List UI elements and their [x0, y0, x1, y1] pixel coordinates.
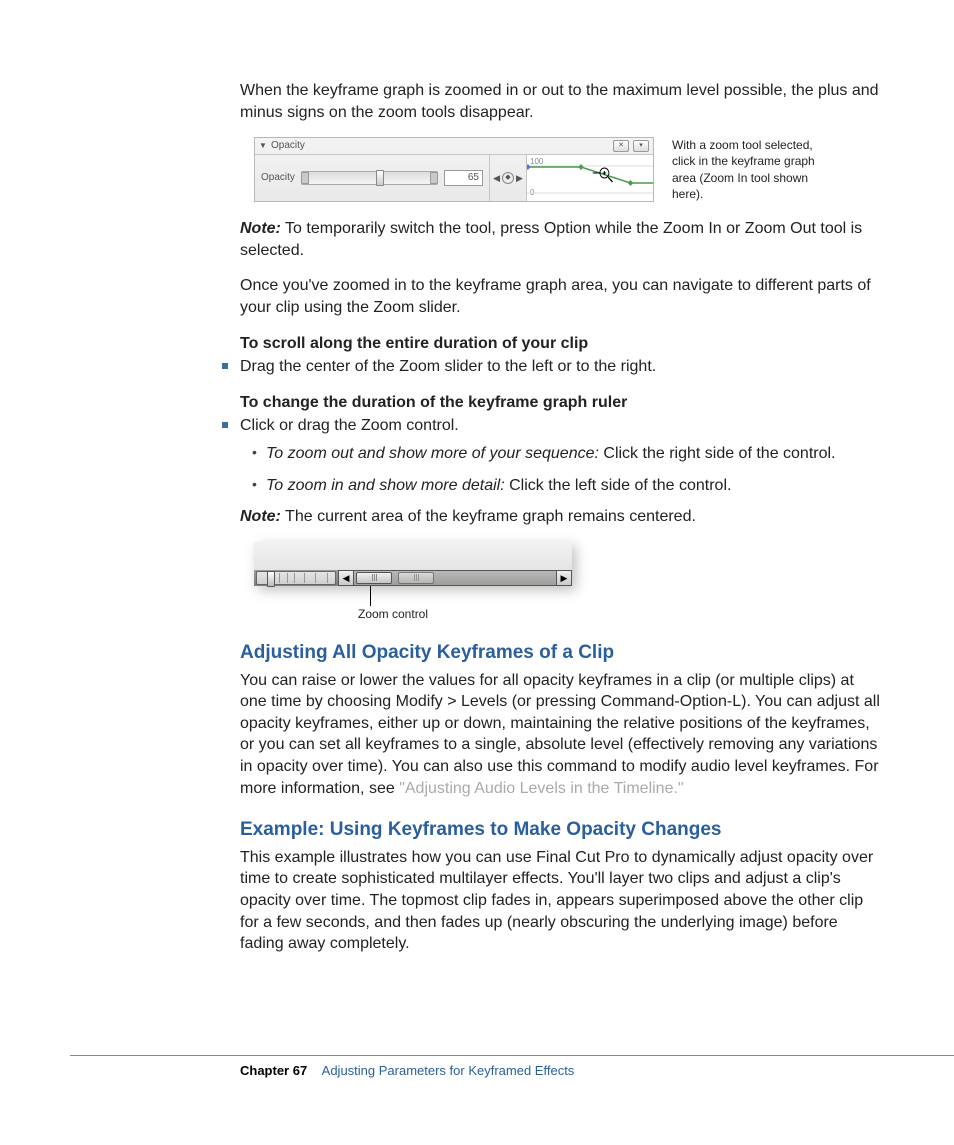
zoom-slider-thumb-ghost: [398, 572, 434, 584]
sub1-lead: To zoom out and show more of your sequen…: [266, 445, 599, 462]
footer-chapter-label: Chapter 67: [240, 1063, 307, 1078]
zoom-handle[interactable]: [267, 571, 275, 587]
sub1-text: Click the right side of the control.: [603, 445, 835, 462]
intro-paragraph: When the keyframe graph is zoomed in or …: [240, 80, 884, 123]
reset-button[interactable]: ✕: [613, 140, 629, 152]
sub-bullet-zoom-out: To zoom out and show more of your sequen…: [252, 443, 884, 465]
note1: Note: To temporarily switch the tool, pr…: [240, 218, 884, 261]
options-button[interactable]: ▾: [633, 140, 649, 152]
disclosure-triangle-icon: ▼: [259, 141, 267, 152]
task1-bullet: Drag the center of the Zoom slider to th…: [224, 356, 884, 378]
heading1-paragraph: You can raise or lower the values for al…: [240, 670, 884, 800]
prev-keyframe-button[interactable]: ◀: [493, 172, 500, 184]
cross-ref-link[interactable]: "Adjusting Audio Levels in the Timeline.…: [399, 780, 683, 797]
opacity-parameter-row: Opacity 65: [255, 155, 490, 201]
note2-label: Note:: [240, 508, 281, 525]
page-footer: Chapter 67 Adjusting Parameters for Keyf…: [70, 1055, 954, 1082]
next-keyframe-button[interactable]: ▶: [516, 172, 523, 184]
figure2-caption: Zoom control: [358, 606, 884, 622]
paragraph-navigate: Once you've zoomed in to the keyframe gr…: [240, 275, 884, 318]
sub2-lead: To zoom in and show more detail:: [266, 477, 505, 494]
note-label: Note:: [240, 220, 281, 237]
zoom-control[interactable]: [254, 570, 338, 586]
heading-example-keyframes: Example: Using Keyframes to Make Opacity…: [240, 817, 884, 843]
footer-chapter-title: Adjusting Parameters for Keyframed Effec…: [322, 1063, 575, 1078]
heading2-paragraph: This example illustrates how you can use…: [240, 847, 884, 955]
zoom-slider-track[interactable]: [354, 570, 556, 586]
add-keyframe-button[interactable]: ◆: [502, 172, 514, 184]
opacity-header-label: Opacity: [271, 139, 305, 153]
keyframe-graph[interactable]: 100 0: [527, 155, 653, 201]
task2-title: To change the duration of the keyframe g…: [240, 392, 884, 414]
scroll-right-button[interactable]: ▶: [556, 570, 572, 586]
sub-bullet-zoom-in: To zoom in and show more detail: Click t…: [252, 475, 884, 497]
keyframe-nav: ◀ ◆ ▶: [490, 155, 527, 201]
task1-title: To scroll along the entire duration of y…: [240, 333, 884, 355]
task2-bullet: Click or drag the Zoom control. To zoom …: [224, 415, 884, 527]
callout-line: [370, 586, 371, 606]
zoom-slider-thumb[interactable]: [356, 572, 392, 584]
opacity-slider[interactable]: [301, 171, 438, 185]
note2-text: The current area of the keyframe graph r…: [285, 508, 696, 525]
heading-adjusting-opacity: Adjusting All Opacity Keyframes of a Cli…: [240, 640, 884, 666]
figure1-caption: With a zoom tool selected, click in the …: [672, 137, 822, 202]
opacity-panel: ▼ Opacity ✕ ▾ Opacity 65: [254, 137, 654, 202]
opacity-header-row: ▼ Opacity ✕ ▾: [255, 138, 653, 155]
opacity-row-label: Opacity: [261, 171, 295, 185]
figure-opacity-panel: ▼ Opacity ✕ ▾ Opacity 65: [254, 137, 884, 202]
sub2-text: Click the left side of the control.: [509, 477, 731, 494]
opacity-value-field[interactable]: 65: [444, 170, 483, 186]
figure-zoom-control: ◀ ▶ Zoom control: [254, 542, 884, 622]
slider-thumb[interactable]: [376, 170, 384, 186]
scroll-left-button[interactable]: ◀: [338, 570, 354, 586]
zoom-bar-panel: ◀ ▶: [254, 542, 572, 586]
note1-text: To temporarily switch the tool, press Op…: [240, 220, 862, 259]
